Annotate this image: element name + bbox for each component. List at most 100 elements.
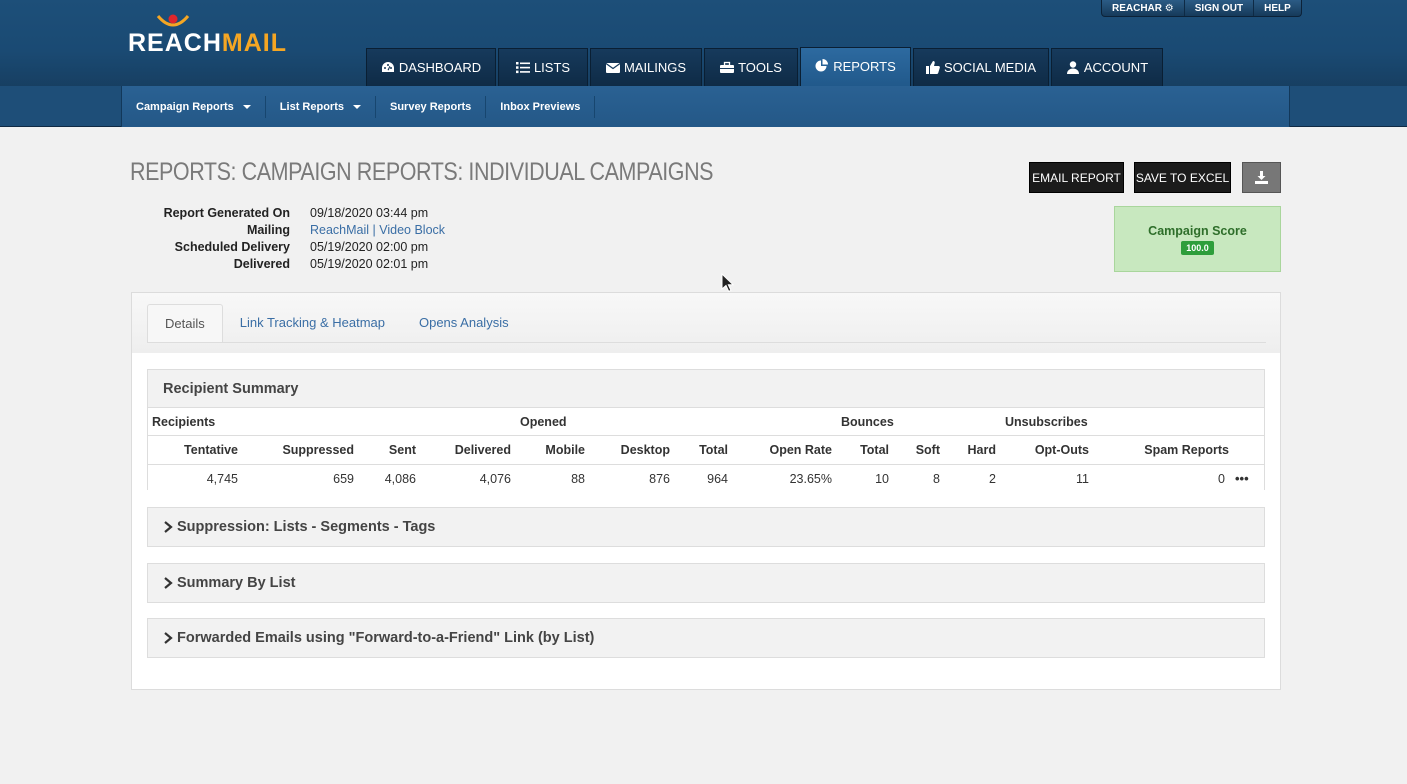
divider <box>147 342 1266 343</box>
table-cell: 964 <box>707 472 728 486</box>
mailing-link[interactable]: ReachMail | Video Block <box>310 223 445 240</box>
column-header: Soft <box>915 443 940 457</box>
meta-label: Mailing <box>246 223 290 237</box>
meta-row-delivered: Delivered 05/19/2020 02:01 pm <box>130 257 445 274</box>
column-header: Sent <box>388 443 416 457</box>
top-header: REACHMAIL REACHAR ⚙ SIGN OUT HELP DASHBO… <box>0 0 1407 86</box>
chevron-right-icon <box>164 521 173 533</box>
meta-label: Delivered <box>233 257 290 271</box>
gear-icon: ⚙ <box>1164 3 1174 14</box>
table-group-row: Recipients Opened Bounces Unsubscribes <box>148 408 1264 436</box>
tab-details[interactable]: Details <box>147 304 223 343</box>
mouse-cursor-icon <box>721 273 735 292</box>
table-cell: 4,076 <box>479 472 511 486</box>
page-title: REPORTS: CAMPAIGN REPORTS: INDIVIDUAL CA… <box>130 158 714 186</box>
logo-reach: REACH <box>128 29 222 57</box>
meta-row-mailing: Mailing ReachMail | Video Block <box>130 223 445 240</box>
column-header: Hard <box>967 443 996 457</box>
nav-tab-account[interactable]: ACCOUNT <box>1051 48 1163 86</box>
table-cell: 659 <box>333 472 354 486</box>
subnav-list-reports[interactable]: List Reports <box>266 95 376 118</box>
list-icon <box>515 62 530 74</box>
suppression-section[interactable]: Suppression: Lists - Segments - Tags <box>147 507 1265 547</box>
utility-links: REACHAR ⚙ SIGN OUT HELP <box>1101 0 1302 17</box>
table-cell: 0 <box>1218 472 1225 486</box>
nav-tab-mailings[interactable]: MAILINGS <box>590 48 702 86</box>
save-to-excel-button[interactable]: SAVE TO EXCEL <box>1134 162 1231 193</box>
table-cell: 2 <box>989 472 996 486</box>
table-cell: 88 <box>571 472 585 486</box>
dashboard-icon <box>381 62 394 72</box>
column-header: Tentative <box>184 443 238 457</box>
thumbs-up-icon <box>926 61 940 74</box>
meta-row-generated: Report Generated On 09/18/2020 03:44 pm <box>130 206 445 223</box>
caret-down-icon <box>242 105 251 109</box>
envelope-icon <box>605 63 620 73</box>
group-header: Unsubscribes <box>1005 415 1088 429</box>
campaign-score-badge: 100.0 <box>1181 241 1214 255</box>
column-header: Total <box>699 443 728 457</box>
column-header: Desktop <box>620 443 670 457</box>
tab-link-tracking[interactable]: Link Tracking & Heatmap <box>223 304 402 343</box>
campaign-score-box: Campaign Score 100.0 <box>1114 206 1281 272</box>
subnav-campaign-reports[interactable]: Campaign Reports <box>122 95 266 118</box>
nav-tab-reports[interactable]: REPORTS <box>800 47 911 86</box>
meta-row-scheduled: Scheduled Delivery 05/19/2020 02:00 pm <box>130 240 445 257</box>
nav-tab-lists[interactable]: LISTS <box>498 48 588 86</box>
section-title: Recipient Summary <box>163 381 299 397</box>
column-header: Total <box>860 443 889 457</box>
subnav-survey-reports[interactable]: Survey Reports <box>376 95 487 118</box>
column-header: Open Rate <box>769 443 832 457</box>
section-title: Summary By List <box>177 575 296 591</box>
report-panel: Details Link Tracking & Heatmap Opens An… <box>131 292 1281 690</box>
table-cell: 876 <box>649 472 670 486</box>
nav-tab-tools[interactable]: TOOLS <box>704 48 798 86</box>
recipient-summary-table: Recipients Opened Bounces Unsubscribes T… <box>148 407 1264 493</box>
tab-header: Details Link Tracking & Heatmap Opens An… <box>132 293 1280 353</box>
column-header: Suppressed <box>282 443 354 457</box>
group-header: Recipients <box>152 415 216 429</box>
recipient-summary-section: Recipient Summary Recipients Opened Boun… <box>147 369 1265 493</box>
section-title: Forwarded Emails using "Forward-to-a-Fri… <box>177 630 595 646</box>
caret-down-icon <box>352 105 361 109</box>
column-header: Mobile <box>545 443 585 457</box>
more-options-icon[interactable]: ••• <box>1235 465 1249 493</box>
meta-label: Scheduled Delivery <box>174 240 290 254</box>
summary-by-list-section[interactable]: Summary By List <box>147 563 1265 603</box>
column-header: Delivered <box>454 443 511 457</box>
account-menu-link[interactable]: REACHAR ⚙ <box>1102 0 1184 16</box>
user-icon <box>1066 61 1079 74</box>
tab-opens-analysis[interactable]: Opens Analysis <box>402 304 526 343</box>
column-header: Opt-Outs <box>1034 443 1089 457</box>
toolbox-icon <box>720 61 735 73</box>
pie-chart-icon <box>815 59 829 72</box>
campaign-score-title: Campaign Score <box>1148 224 1247 238</box>
table-cell: 8 <box>933 472 940 486</box>
column-header: Spam Reports <box>1144 443 1229 457</box>
nav-tab-social-media[interactable]: SOCIAL MEDIA <box>913 48 1049 86</box>
email-report-button[interactable]: EMAIL REPORT <box>1029 162 1124 193</box>
table-cell: 23.65% <box>789 472 832 486</box>
main-nav: DASHBOARD LISTS MAILINGS TOOLS REPORTS S… <box>366 47 1165 86</box>
forwarded-emails-section[interactable]: Forwarded Emails using "Forward-to-a-Fri… <box>147 618 1265 658</box>
logo-mail: MAIL <box>221 29 288 57</box>
download-button[interactable] <box>1242 162 1281 193</box>
chevron-right-icon <box>164 632 173 644</box>
report-tabs: Details Link Tracking & Heatmap Opens An… <box>147 304 526 343</box>
subnav-inbox-previews[interactable]: Inbox Previews <box>486 95 596 118</box>
meta-value: 05/19/2020 02:01 pm <box>310 257 429 271</box>
table-cell: 4,745 <box>206 472 238 486</box>
table-cell: 4,086 <box>384 472 416 486</box>
nav-tab-dashboard[interactable]: DASHBOARD <box>366 48 496 86</box>
table-cell: 11 <box>1076 472 1089 486</box>
meta-label: Report Generated On <box>163 206 290 220</box>
sign-out-link[interactable]: SIGN OUT <box>1183 0 1253 16</box>
reachmail-logo[interactable]: REACHMAIL <box>128 12 298 56</box>
group-header: Bounces <box>841 415 894 429</box>
help-link[interactable]: HELP <box>1253 0 1301 16</box>
download-icon <box>1255 171 1268 184</box>
group-header: Opened <box>520 415 567 429</box>
table-cell: 10 <box>875 472 889 486</box>
meta-value: 09/18/2020 03:44 pm <box>310 206 429 220</box>
report-meta: Report Generated On 09/18/2020 03:44 pm … <box>130 206 445 274</box>
